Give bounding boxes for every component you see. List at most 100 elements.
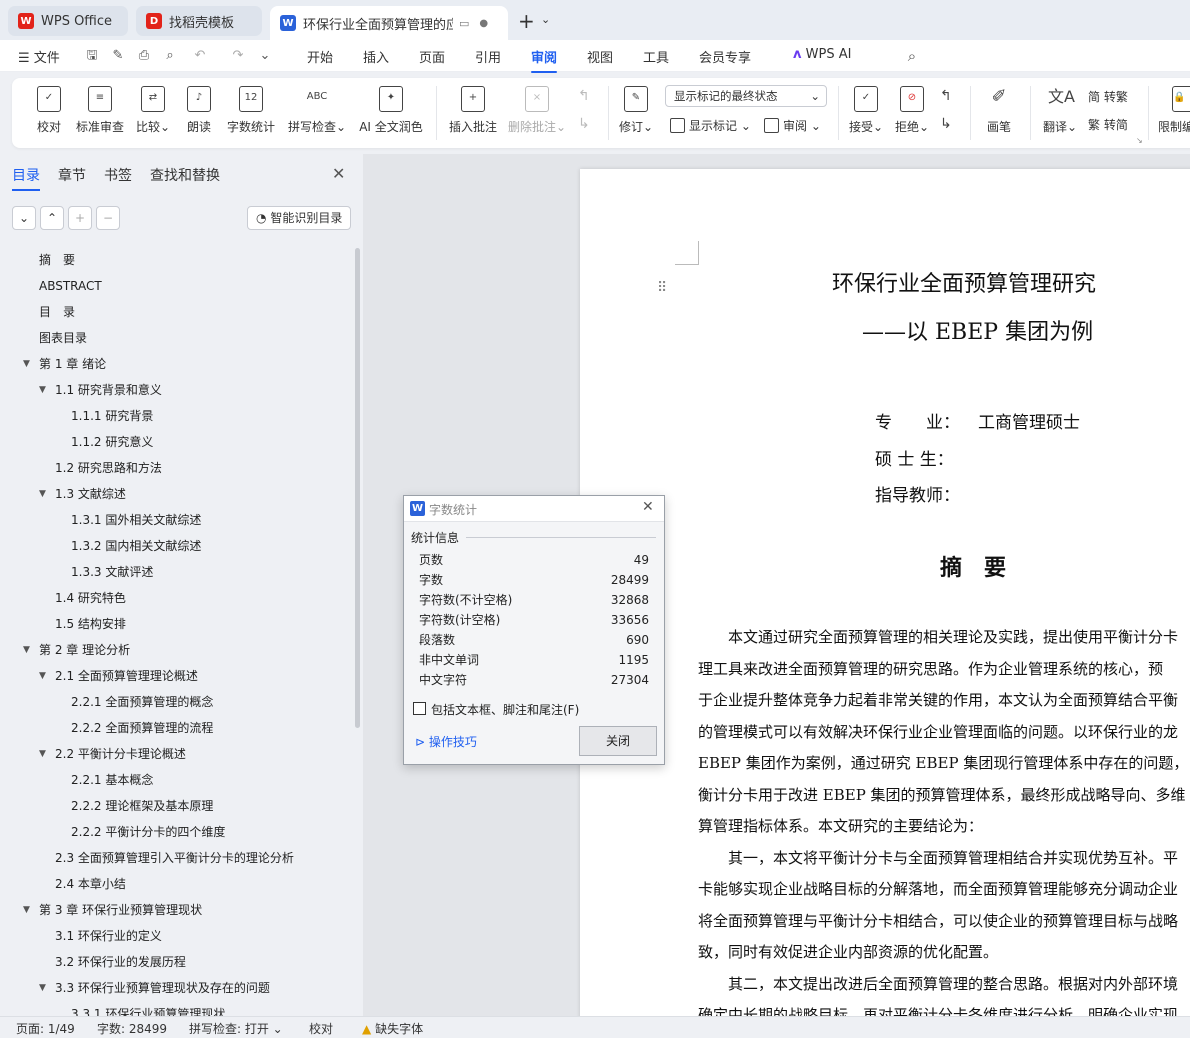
standard-review-button[interactable]: ≡ 标准审查 [76, 86, 124, 135]
tab-find-replace[interactable]: 查找和替换 [150, 165, 220, 185]
save-icon[interactable]: 🖫 [84, 48, 100, 64]
tips-link[interactable]: ⊳ 操作技巧 [415, 733, 477, 750]
tab-toc[interactable]: 目录 [12, 165, 40, 191]
to-traditional-button[interactable]: 简 转繁 [1088, 88, 1128, 105]
close-button[interactable]: 关闭 [579, 726, 657, 756]
expand-caret-icon[interactable]: ▼ [23, 354, 30, 374]
toc-item[interactable]: 1.1.1 研究背景 [71, 406, 153, 426]
chevron-down-icon[interactable]: ⌄ [541, 13, 550, 26]
menu-page[interactable]: 页面 [419, 47, 445, 66]
tab-docer[interactable]: D 找稻壳模板 [136, 6, 262, 36]
expand-up-button[interactable]: ⌃ [40, 206, 64, 230]
toc-item[interactable]: 2.2.1 全面预算管理的概念 [71, 692, 213, 712]
toc-item[interactable]: 第 2 章 理论分析 [39, 640, 130, 660]
reject-button[interactable]: ⊘ 拒绝⌄ [894, 86, 930, 135]
word-count-indicator[interactable]: 字数: 28499 [97, 1020, 167, 1037]
show-markup-button[interactable]: 显示标记 ⌄ [670, 117, 751, 134]
remove-heading-button[interactable]: − [96, 206, 120, 230]
next-change-icon[interactable]: ↳ [940, 116, 952, 132]
toc-item[interactable]: 1.2 研究思路和方法 [55, 458, 162, 478]
expand-caret-icon[interactable]: ▼ [39, 978, 46, 998]
toc-item[interactable]: 3.1 环保行业的定义 [55, 926, 162, 946]
menu-wps-ai[interactable]: ᴧ WPS AI [793, 47, 851, 62]
expand-caret-icon[interactable]: ▼ [23, 640, 30, 660]
search-icon[interactable]: ⌕ [904, 48, 920, 64]
markup-state-select[interactable]: 显示标记的最终状态 ⌄ [665, 85, 827, 107]
menu-member[interactable]: 会员专享 [699, 47, 751, 66]
menu-review[interactable]: 审阅 [531, 47, 558, 73]
menu-insert[interactable]: 插入 [363, 47, 389, 66]
toc-item[interactable]: 1.4 研究特色 [55, 588, 126, 608]
file-menu[interactable]: ☰ 文件 [18, 47, 60, 66]
tab-wps-office[interactable]: W WPS Office [8, 6, 128, 36]
tab-bookmarks[interactable]: 书签 [104, 165, 132, 185]
toc-item[interactable]: 3.3.1 环保行业预算管理现状 [71, 1004, 225, 1016]
page-indicator[interactable]: 页面: 1/49 [16, 1020, 75, 1037]
read-aloud-button[interactable]: ♪ 朗读 [184, 86, 214, 135]
expand-group-icon[interactable]: ↘ [1136, 136, 1143, 145]
expand-caret-icon[interactable]: ▼ [39, 666, 46, 686]
next-comment-icon[interactable]: ↳ [578, 116, 590, 132]
close-icon[interactable]: ✕ [332, 164, 345, 183]
toc-item[interactable]: 摘 要 [39, 250, 75, 270]
toc-item[interactable]: 2.2.2 平衡计分卡的四个维度 [71, 822, 225, 842]
insert-comment-button[interactable]: + 插入批注 [448, 86, 498, 135]
toc-item[interactable]: 3.2 环保行业的发展历程 [55, 952, 186, 972]
tab-chapters[interactable]: 章节 [58, 165, 86, 185]
track-changes-button[interactable]: ✎ 修订⌄ [618, 86, 654, 135]
previous-change-icon[interactable]: ↰ [940, 88, 952, 104]
toc-item[interactable]: 2.2 平衡计分卡理论概述 [55, 744, 186, 764]
spell-check-button[interactable]: ABC 拼写检查⌄ [288, 86, 346, 135]
toc-item[interactable]: 1.5 结构安排 [55, 614, 126, 634]
accept-button[interactable]: ✓ 接受⌄ [848, 86, 884, 135]
missing-font-status[interactable]: ▲ 缺失字体 [362, 1020, 423, 1037]
include-footnotes-checkbox[interactable] [413, 702, 426, 715]
pen-button[interactable]: ✐ 画笔 [984, 86, 1014, 135]
format-painter-icon[interactable]: ✎ [110, 48, 126, 64]
menu-view[interactable]: 视图 [587, 47, 613, 66]
toc-item[interactable]: 1.3 文献综述 [55, 484, 126, 504]
menu-tools[interactable]: 工具 [643, 47, 669, 66]
monitor-icon[interactable]: ▭ [459, 17, 469, 30]
toc-item[interactable]: 2.2.2 全面预算管理的流程 [71, 718, 213, 738]
add-heading-button[interactable]: + [68, 206, 92, 230]
toc-item[interactable]: 1.3.1 国外相关文献综述 [71, 510, 201, 530]
smart-toc-button[interactable]: ◔ 智能识别目录 [247, 206, 352, 230]
previous-comment-icon[interactable]: ↰ [578, 88, 590, 104]
spell-check-status[interactable]: 拼写检查: 打开 ⌄ [189, 1020, 283, 1037]
toc-item[interactable]: 1.3.3 文献评述 [71, 562, 153, 582]
expand-caret-icon[interactable]: ▼ [39, 744, 46, 764]
translate-button[interactable]: 文A 翻译⌄ [1042, 86, 1078, 135]
menu-home[interactable]: 开始 [307, 47, 333, 66]
delete-comment-button[interactable]: × 删除批注⌄ [508, 86, 566, 135]
restrict-editing-button[interactable]: 🔒 限制编 [1158, 86, 1190, 135]
review-pane-button[interactable]: 审阅 ⌄ [764, 117, 821, 134]
close-icon[interactable]: ✕ [642, 499, 654, 515]
proofread-button[interactable]: ✓ 校对 [34, 86, 64, 135]
toc-item[interactable]: 2.2.1 基本概念 [71, 770, 153, 790]
toc-item[interactable]: 1.3.2 国内相关文献综述 [71, 536, 201, 556]
proofread-status[interactable]: 校对 [309, 1020, 333, 1037]
toc-item[interactable]: 2.1 全面预算管理理论概述 [55, 666, 198, 686]
expand-caret-icon[interactable]: ▼ [39, 484, 46, 504]
toc-scrollbar[interactable] [355, 248, 360, 728]
toc-item[interactable]: 2.4 本章小结 [55, 874, 126, 894]
print-preview-icon[interactable]: ⌕ [162, 48, 178, 64]
ai-polish-button[interactable]: ✦ AI 全文润色 [358, 86, 424, 135]
toc-item[interactable]: 2.2.2 理论框架及基本原理 [71, 796, 213, 816]
toc-item[interactable]: 目 录 [39, 302, 75, 322]
toc-item[interactable]: ABSTRACT [39, 276, 102, 296]
toc-item[interactable]: 图表目录 [39, 328, 87, 348]
new-tab-icon[interactable]: + [518, 9, 535, 33]
toc-item[interactable]: 2.3 全面预算管理引入平衡计分卡的理论分析 [55, 848, 294, 868]
drag-handle-icon[interactable]: ⠿ [657, 280, 667, 296]
collapse-all-button[interactable]: ⌄ [12, 206, 36, 230]
toc-item[interactable]: 3.3 环保行业预算管理现状及存在的问题 [55, 978, 270, 998]
more-chevron-icon[interactable]: ⌄ [257, 48, 273, 64]
toc-item[interactable]: 1.1.2 研究意义 [71, 432, 153, 452]
menu-references[interactable]: 引用 [475, 47, 501, 66]
undo-icon[interactable]: ↶ [192, 48, 208, 64]
print-icon[interactable]: ⎙ [136, 48, 152, 64]
expand-caret-icon[interactable]: ▼ [39, 380, 46, 400]
expand-caret-icon[interactable]: ▼ [23, 900, 30, 920]
